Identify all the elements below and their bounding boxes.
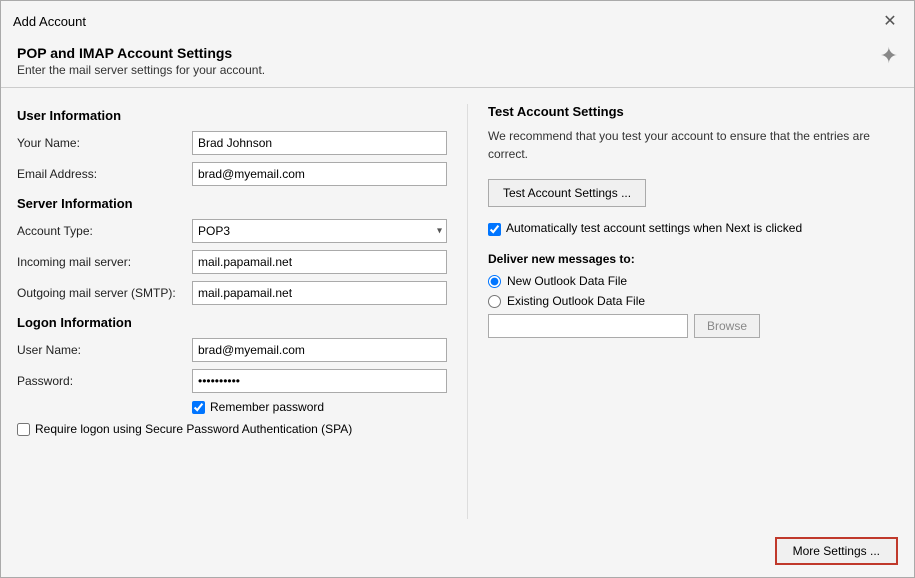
deliver-title: Deliver new messages to: xyxy=(488,252,898,266)
header-title: POP and IMAP Account Settings xyxy=(17,45,265,61)
dialog-header: POP and IMAP Account Settings Enter the … xyxy=(1,37,914,88)
email-row: Email Address: xyxy=(17,162,447,186)
incoming-server-row: Incoming mail server: xyxy=(17,250,447,274)
outgoing-server-input[interactable] xyxy=(192,281,447,305)
spa-row: Require logon using Secure Password Auth… xyxy=(17,422,447,436)
existing-outlook-file-label: Existing Outlook Data File xyxy=(507,294,645,308)
add-account-dialog: Add Account ✕ POP and IMAP Account Setti… xyxy=(0,0,915,578)
existing-file-path-input[interactable] xyxy=(488,314,688,338)
test-account-description: We recommend that you test your account … xyxy=(488,127,898,163)
more-settings-button[interactable]: More Settings ... xyxy=(775,537,898,565)
account-type-label: Account Type: xyxy=(17,224,192,238)
remember-password-row: Remember password xyxy=(192,400,447,414)
test-account-title: Test Account Settings xyxy=(488,104,898,119)
close-button[interactable]: ✕ xyxy=(878,9,902,33)
username-label: User Name: xyxy=(17,343,192,357)
email-input[interactable] xyxy=(192,162,447,186)
header-icon: ✦ xyxy=(880,43,898,69)
account-type-wrapper: POP3 IMAP ▾ xyxy=(192,219,447,243)
logon-info-title: Logon Information xyxy=(17,315,447,330)
dialog-title: Add Account xyxy=(13,14,86,29)
remember-password-checkbox[interactable] xyxy=(192,401,205,414)
right-panel: Test Account Settings We recommend that … xyxy=(467,104,898,519)
password-input[interactable] xyxy=(192,369,447,393)
header-subtitle: Enter the mail server settings for your … xyxy=(17,63,265,77)
auto-test-checkbox[interactable] xyxy=(488,223,501,236)
your-name-row: Your Name: xyxy=(17,131,447,155)
new-outlook-file-radio[interactable] xyxy=(488,275,501,288)
your-name-label: Your Name: xyxy=(17,136,192,150)
password-label: Password: xyxy=(17,374,192,388)
existing-file-input-row: Browse xyxy=(488,314,898,338)
titlebar: Add Account ✕ xyxy=(1,1,914,37)
incoming-server-label: Incoming mail server: xyxy=(17,255,192,269)
incoming-server-input[interactable] xyxy=(192,250,447,274)
existing-file-radio-row: Existing Outlook Data File xyxy=(488,294,898,308)
remember-password-label: Remember password xyxy=(210,400,324,414)
server-info-title: Server Information xyxy=(17,196,447,211)
password-row: Password: xyxy=(17,369,447,393)
test-account-settings-button[interactable]: Test Account Settings ... xyxy=(488,179,646,207)
dialog-body: User Information Your Name: Email Addres… xyxy=(1,88,914,529)
account-type-row: Account Type: POP3 IMAP ▾ xyxy=(17,219,447,243)
outgoing-server-label: Outgoing mail server (SMTP): xyxy=(17,286,192,300)
outgoing-server-row: Outgoing mail server (SMTP): xyxy=(17,281,447,305)
email-label: Email Address: xyxy=(17,167,192,181)
browse-button[interactable]: Browse xyxy=(694,314,760,338)
dialog-footer: More Settings ... xyxy=(1,529,914,577)
spa-label: Require logon using Secure Password Auth… xyxy=(35,422,352,436)
new-outlook-file-label: New Outlook Data File xyxy=(507,274,627,288)
existing-outlook-file-radio[interactable] xyxy=(488,295,501,308)
spa-checkbox[interactable] xyxy=(17,423,30,436)
auto-test-label: Automatically test account settings when… xyxy=(506,221,802,235)
auto-test-row: Automatically test account settings when… xyxy=(488,221,808,236)
username-row: User Name: xyxy=(17,338,447,362)
left-panel: User Information Your Name: Email Addres… xyxy=(17,104,447,519)
account-type-select[interactable]: POP3 IMAP xyxy=(192,219,447,243)
username-input[interactable] xyxy=(192,338,447,362)
your-name-input[interactable] xyxy=(192,131,447,155)
user-info-title: User Information xyxy=(17,108,447,123)
new-file-radio-row: New Outlook Data File xyxy=(488,274,898,288)
dialog-header-text: POP and IMAP Account Settings Enter the … xyxy=(17,45,265,77)
